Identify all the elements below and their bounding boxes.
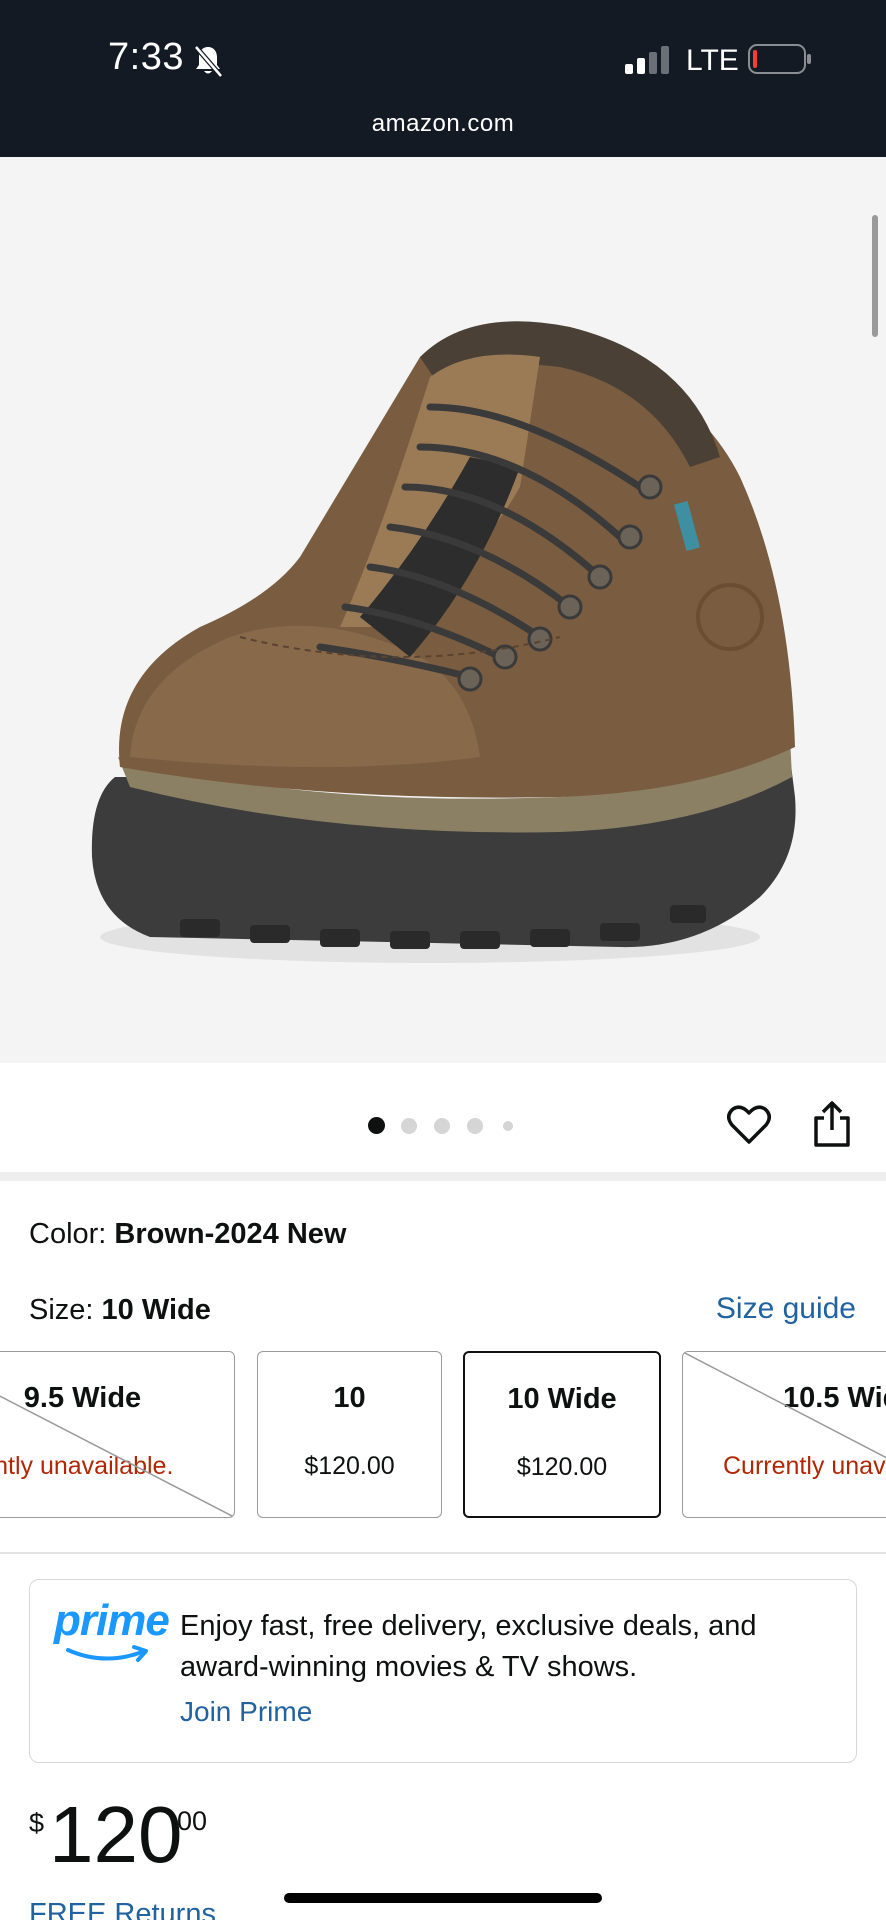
- gallery-dot-5[interactable]: [503, 1121, 513, 1131]
- gallery-dot-4[interactable]: [467, 1118, 483, 1134]
- product-boot-image: [91, 321, 796, 963]
- gallery-dot-1[interactable]: [368, 1117, 385, 1134]
- browser-url[interactable]: amazon.com: [0, 110, 886, 138]
- size-option-9-5-wide[interactable]: 9.5 Wide Currently unavailable.: [0, 1351, 235, 1518]
- home-indicator[interactable]: [284, 1893, 602, 1903]
- price-fraction: 00: [177, 1806, 208, 1836]
- size-option-name: 10: [333, 1382, 366, 1414]
- price-currency: $: [29, 1808, 45, 1838]
- status-bar: 7:33 LTE amazon.com: [0, 0, 886, 157]
- color-label: Color:: [29, 1218, 115, 1250]
- size-option-price: $120.00: [516, 1453, 608, 1481]
- clock: 7:33: [108, 36, 184, 78]
- cellular-signal-icon: [625, 46, 669, 74]
- free-returns-link[interactable]: FREE Returns: [29, 1898, 216, 1920]
- unavailable-strike: [683, 1352, 886, 1459]
- unavailable-strike: [0, 1395, 234, 1517]
- heart-icon[interactable]: [727, 1105, 771, 1145]
- prime-logo: prime: [54, 1598, 170, 1668]
- color-value: Brown-2024 New: [114, 1218, 347, 1250]
- price-whole: 120: [49, 1790, 183, 1879]
- network-type: LTE: [686, 44, 739, 77]
- color-selection: Color: Brown-2024 New: [29, 1218, 347, 1251]
- product-image-carousel[interactable]: [0, 157, 886, 1063]
- section-divider: [0, 1552, 886, 1554]
- battery-icon: [748, 44, 811, 74]
- size-label: Size:: [29, 1294, 102, 1326]
- prime-promo-card[interactable]: prime Enjoy fast, free delivery, exclusi…: [29, 1579, 857, 1763]
- gallery-dot-2[interactable]: [401, 1118, 417, 1134]
- size-option-name: 10 Wide: [507, 1383, 617, 1415]
- silent-mode-icon: [194, 45, 223, 78]
- size-selection: Size: 10 Wide: [29, 1294, 211, 1327]
- size-guide-link[interactable]: Size guide: [716, 1292, 856, 1326]
- join-prime-link[interactable]: Join Prime: [180, 1696, 312, 1728]
- size-option-10-5-wide[interactable]: 10.5 Wide Currently unavailable.: [682, 1351, 886, 1518]
- size-option-10-wide[interactable]: 10 Wide $120.00: [463, 1351, 661, 1518]
- size-value: 10 Wide: [101, 1294, 211, 1326]
- size-option-price: $120.00: [304, 1452, 395, 1480]
- section-divider: [0, 1172, 886, 1181]
- size-option-10[interactable]: 10 $120.00: [257, 1351, 442, 1518]
- share-icon[interactable]: [812, 1100, 852, 1148]
- gallery-dot-3[interactable]: [434, 1118, 450, 1134]
- image-scroll-indicator: [872, 215, 878, 337]
- prime-message: Enjoy fast, free delivery, exclusive dea…: [180, 1610, 757, 1683]
